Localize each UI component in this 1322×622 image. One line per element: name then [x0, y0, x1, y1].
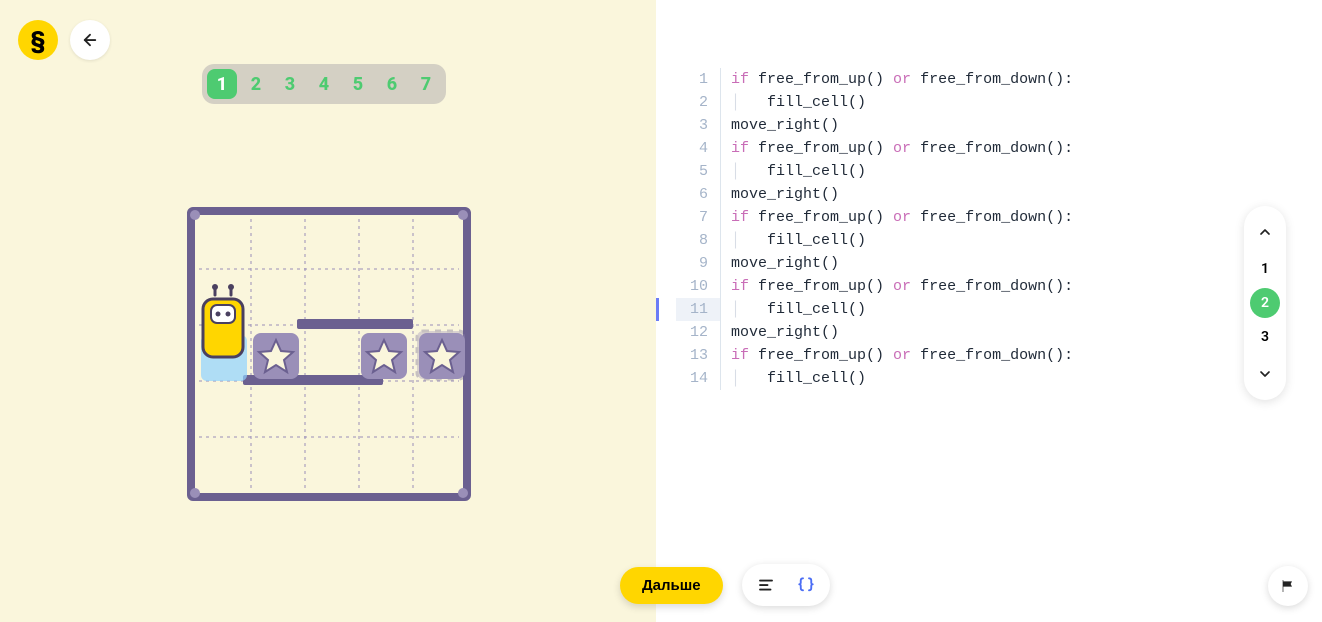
code-line[interactable]: 5 │ fill_cell() [676, 160, 1073, 183]
game-board-svg [187, 207, 471, 501]
line-number: 3 [676, 114, 720, 137]
code-line[interactable]: 9 move_right() [676, 252, 1073, 275]
code-content: if free_from_up() or free_from_down(): [731, 344, 1073, 367]
flag-icon [1280, 578, 1296, 594]
chevron-down-icon [1257, 366, 1273, 382]
line-number: 1 [676, 68, 720, 91]
code-content: move_right() [731, 252, 839, 275]
code-content: if free_from_up() or free_from_down(): [731, 275, 1073, 298]
logo[interactable]: § [18, 20, 58, 60]
code-content: move_right() [731, 114, 839, 137]
step-2[interactable]: 2 [241, 69, 271, 99]
view-toggle-group [742, 564, 830, 606]
view-code-button[interactable] [786, 568, 826, 602]
side-nav-down[interactable] [1244, 356, 1286, 392]
logo-glyph: § [30, 26, 45, 54]
code-line[interactable]: 3 move_right() [676, 114, 1073, 137]
line-number: 13 [676, 344, 720, 367]
back-button[interactable] [70, 20, 110, 60]
code-editor[interactable]: 1if free_from_up() or free_from_down():2… [676, 68, 1073, 390]
code-content: │ fill_cell() [731, 298, 866, 321]
code-line[interactable]: 14 │ fill_cell() [676, 367, 1073, 390]
code-content: if free_from_up() or free_from_down(): [731, 68, 1073, 91]
arrow-left-icon [81, 31, 99, 49]
line-number: 2 [676, 91, 720, 114]
step-5[interactable]: 5 [343, 69, 373, 99]
code-line[interactable]: 1 if free_from_up() or free_from_down(): [676, 68, 1073, 91]
code-line[interactable]: 4 if free_from_up() or free_from_down(): [676, 137, 1073, 160]
code-line[interactable]: 8 │ fill_cell() [676, 229, 1073, 252]
line-number: 4 [676, 137, 720, 160]
line-number: 6 [676, 183, 720, 206]
code-content: if free_from_up() or free_from_down(): [731, 206, 1073, 229]
side-nav-item-2[interactable]: 2 [1250, 288, 1280, 318]
view-text-button[interactable] [746, 568, 786, 602]
code-line[interactable]: 6 move_right() [676, 183, 1073, 206]
line-number: 5 [676, 160, 720, 183]
step-3[interactable]: 3 [275, 69, 305, 99]
header-icons: § [18, 20, 110, 60]
step-6[interactable]: 6 [377, 69, 407, 99]
code-line[interactable]: 2 │ fill_cell() [676, 91, 1073, 114]
code-line[interactable]: 12 move_right() [676, 321, 1073, 344]
line-number: 11 [676, 298, 720, 321]
current-line-indicator [656, 298, 659, 321]
line-number: 7 [676, 206, 720, 229]
line-number: 9 [676, 252, 720, 275]
side-nav: 1 2 3 [1244, 206, 1286, 400]
side-nav-item-3[interactable]: 3 [1250, 322, 1280, 352]
next-button-label: Дальше [642, 577, 701, 594]
bottom-bar: Дальше [0, 550, 1322, 620]
side-nav-item-1[interactable]: 1 [1250, 254, 1280, 284]
next-button[interactable]: Дальше [620, 567, 723, 604]
code-line[interactable]: 7 if free_from_up() or free_from_down(): [676, 206, 1073, 229]
chevron-up-icon [1257, 224, 1273, 240]
report-button[interactable] [1268, 566, 1308, 606]
code-content: if free_from_up() or free_from_down(): [731, 137, 1073, 160]
steps-nav: 1234567 [202, 64, 446, 104]
code-line[interactable]: 10 if free_from_up() or free_from_down(): [676, 275, 1073, 298]
step-7[interactable]: 7 [411, 69, 441, 99]
code-content: move_right() [731, 321, 839, 344]
code-content: │ fill_cell() [731, 229, 866, 252]
right-panel: 1if free_from_up() or free_from_down():2… [656, 0, 1322, 622]
side-nav-up[interactable] [1244, 214, 1286, 250]
step-4[interactable]: 4 [309, 69, 339, 99]
game-board [187, 207, 471, 501]
code-line[interactable]: 11 │ fill_cell() [676, 298, 1073, 321]
left-panel: § 1234567 [0, 0, 656, 622]
step-1[interactable]: 1 [207, 69, 237, 99]
code-content: │ fill_cell() [731, 91, 866, 114]
line-number: 14 [676, 367, 720, 390]
line-number: 12 [676, 321, 720, 344]
code-content: │ fill_cell() [731, 367, 866, 390]
code-content: │ fill_cell() [731, 160, 866, 183]
text-lines-icon [757, 576, 775, 594]
braces-icon [797, 576, 815, 594]
code-line[interactable]: 13 if free_from_up() or free_from_down(): [676, 344, 1073, 367]
line-number: 10 [676, 275, 720, 298]
code-content: move_right() [731, 183, 839, 206]
line-number: 8 [676, 229, 720, 252]
